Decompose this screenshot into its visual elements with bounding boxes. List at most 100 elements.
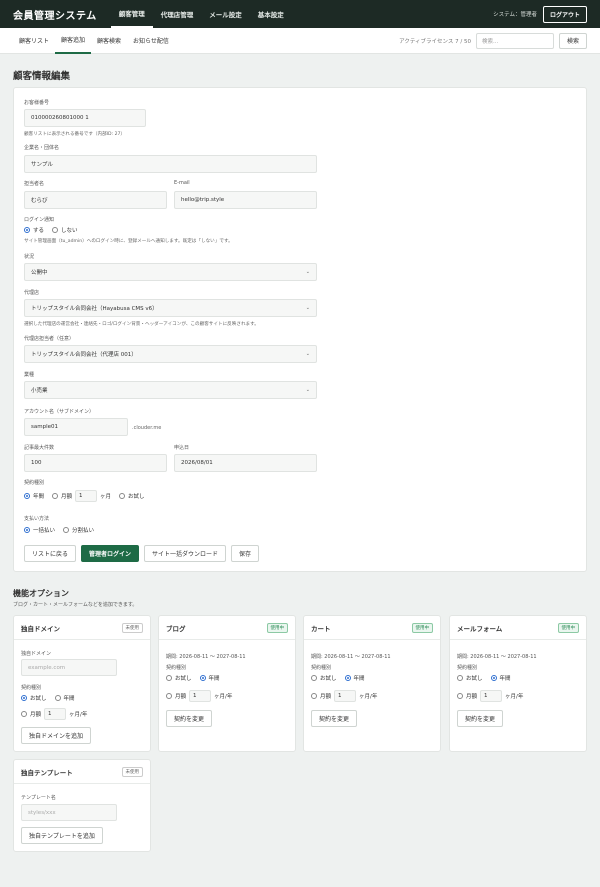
company-input[interactable]: サンプル (24, 155, 317, 173)
admin-login-button[interactable]: 管理者ログイン (81, 545, 140, 562)
domain-month-unit: ヶ月/年 (69, 712, 88, 718)
blog-month-radio[interactable] (166, 693, 172, 699)
nav-mail-settings[interactable]: メール設定 (201, 0, 250, 28)
contract-month-input[interactable]: 1 (75, 490, 98, 502)
cart-trial-radio[interactable] (311, 675, 317, 681)
domain-month-radio[interactable] (21, 711, 27, 717)
blog-period: 期間: 2026-08-11 〜 2027-08-11 (166, 654, 246, 660)
features-subtitle: ブログ・カート・メールフォームなどを追加できます。 (13, 602, 138, 608)
agency-staff-label: 代理店担当者（任意） (24, 336, 75, 342)
cart-month-input[interactable]: 1 (334, 690, 357, 702)
mailform-year-radio[interactable] (490, 675, 497, 681)
blog-month-unit: ヶ月/年 (214, 694, 233, 700)
apply-date-input[interactable]: 2026/08/01 (174, 454, 317, 472)
cart-year-radio[interactable] (344, 675, 351, 681)
blog-trial-radio[interactable] (166, 675, 172, 681)
cart-period: 期間: 2026-08-11 〜 2027-08-11 (311, 654, 391, 660)
email-input[interactable]: hello@trip.style (174, 191, 317, 209)
agency-select[interactable]: トリップスタイル合同会社（Hayabusa CMS v6） ⌄ (24, 299, 317, 317)
contact-input[interactable]: むらび (24, 191, 167, 209)
customer-form-card: お客様番号 010000260801000 1 顧客リストに表示される番号です（… (13, 87, 587, 572)
domain-trial-label: お試し (30, 696, 47, 702)
contract-trial-radio[interactable] (119, 493, 126, 499)
add-domain-button[interactable]: 独自ドメインを追加 (21, 727, 92, 744)
cart-month-unit: ヶ月/年 (359, 694, 378, 700)
contract-year-radio[interactable] (24, 493, 30, 499)
template-input[interactable]: styles/xxx (21, 804, 117, 821)
contract-label: 契約種別 (24, 480, 45, 486)
tab-notice[interactable]: お知らせ配信 (127, 28, 175, 54)
account-input[interactable]: sample01 (24, 418, 128, 436)
payment-lump-label: 一括払い (33, 528, 56, 534)
max-posts-input[interactable]: 100 (24, 454, 167, 472)
customer-no-hint: 顧客リストに表示される番号です（内部ID: 27） (24, 132, 126, 137)
add-template-button[interactable]: 独自テンプレートを追加 (21, 827, 103, 844)
top-bar: 会員管理システム 顧客管理 代理店管理 メール設定 基本設定 システム：管理者 … (0, 0, 600, 28)
nav-basic-settings[interactable]: 基本設定 (250, 0, 292, 28)
status-badge: 使用中 (557, 622, 579, 633)
nav-agencies[interactable]: 代理店管理 (153, 0, 202, 28)
blog-month-label: 月額 (175, 694, 187, 700)
domain-input[interactable]: example.com (21, 659, 117, 676)
tab-customer-list[interactable]: 顧客リスト (13, 28, 55, 54)
apply-date-label: 申込日 (174, 445, 190, 451)
blog-change-button[interactable]: 契約を変更 (166, 710, 213, 727)
site-download-button[interactable]: サイト一括ダウンロード (144, 545, 227, 562)
mailform-trial-radio[interactable] (457, 675, 463, 681)
login-notify-yes-label: する (33, 228, 45, 234)
feature-name: 独自ドメイン (21, 624, 60, 633)
industry-select[interactable]: 小売業 ⌄ (24, 381, 317, 399)
contact-label: 担当者名 (24, 181, 45, 187)
login-notify-yes-radio[interactable] (24, 227, 30, 233)
account-label: アカウント名（サブドメイン） (24, 409, 95, 415)
features-title: 機能オプション (13, 588, 69, 598)
domain-year-radio[interactable] (54, 695, 61, 701)
mailform-trial-label: お試し (466, 676, 483, 682)
search-input[interactable]: 検索... (475, 32, 554, 49)
agency-hint: 選択した代理店の運営会社・連絡先・ロゴ/ログイン背景・ヘッダーアイコンが、この顧… (24, 322, 259, 327)
agency-label: 代理店 (24, 290, 40, 296)
logout-button[interactable]: ログアウト (542, 5, 587, 23)
industry-value: 小売業 (31, 388, 48, 394)
status-badge: 未使用 (121, 766, 143, 777)
industry-label: 業種 (24, 372, 35, 378)
license-count: アクティブライセンス 7 / 50 (399, 38, 471, 45)
login-notify-hint: サイト管理画面（tu_admin）へのログイン時に、登録メールへ通知します。既定… (24, 239, 233, 244)
tab-customer-add[interactable]: 顧客追加 (55, 28, 92, 54)
back-to-list-button[interactable]: リストに戻る (24, 545, 77, 562)
blog-trial-label: お試し (175, 676, 192, 682)
search-button[interactable]: 検索 (558, 32, 587, 49)
blog-year-radio[interactable] (199, 675, 206, 681)
customer-no-input[interactable]: 010000260801000 1 (24, 109, 146, 127)
cart-month-radio[interactable] (311, 693, 317, 699)
chevron-down-icon: ⌄ (305, 387, 310, 393)
payment-installment-radio[interactable] (63, 527, 70, 533)
mailform-period: 期間: 2026-08-11 〜 2027-08-11 (457, 654, 537, 660)
domain-month-input[interactable]: 1 (44, 708, 67, 720)
payment-lump-radio[interactable] (24, 527, 30, 533)
domain-year-label: 年間 (63, 696, 75, 702)
cart-month-label: 月額 (320, 694, 332, 700)
mailform-change-button[interactable]: 契約を変更 (457, 710, 504, 727)
agency-staff-select[interactable]: トリップスタイル合同会社（代理店 001） ⌄ (24, 345, 317, 363)
tab-customer-search[interactable]: 顧客検索 (91, 28, 127, 54)
feature-name: カート (311, 624, 331, 633)
nav-customers[interactable]: 顧客管理 (110, 0, 153, 28)
status-select[interactable]: 公開中 ⌄ (24, 263, 317, 281)
status-label: 状況 (24, 254, 35, 260)
blog-month-input[interactable]: 1 (189, 690, 212, 702)
contract-trial-label: お試し (128, 494, 145, 500)
login-notify-no-radio[interactable] (52, 227, 59, 233)
mailform-month-input[interactable]: 1 (480, 690, 503, 702)
feature-card-blog: ブログ 使用中 期間: 2026-08-11 〜 2027-08-11 契約種別… (158, 615, 296, 752)
status-value: 公開中 (31, 270, 48, 276)
cart-contract-label: 契約種別 (311, 665, 332, 671)
contract-month-radio[interactable] (52, 493, 59, 499)
mailform-month-radio[interactable] (457, 693, 463, 699)
domain-trial-radio[interactable] (21, 695, 27, 701)
cart-change-button[interactable]: 契約を変更 (311, 710, 358, 727)
save-button[interactable]: 保存 (231, 545, 260, 562)
login-notify-no-label: しない (61, 228, 78, 234)
system-user-label: システム：管理者 (493, 12, 537, 18)
account-suffix: .clouder.me (132, 425, 162, 431)
